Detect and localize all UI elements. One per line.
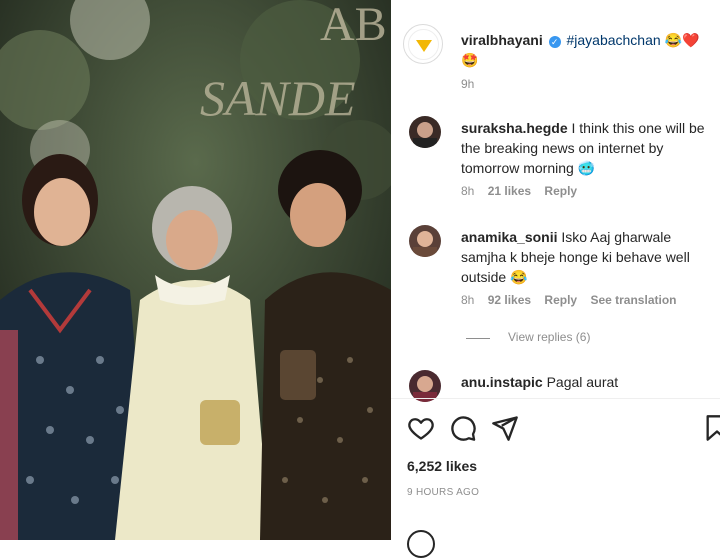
verified-badge-icon: ✓ [548, 36, 561, 48]
emoji-picker-icon[interactable] [407, 530, 435, 558]
avatar-image [413, 122, 437, 148]
save-bookmark-icon[interactable] [703, 414, 720, 442]
comment-meta: 8h 92 likes Reply See translation [461, 293, 686, 307]
comment-username[interactable]: suraksha.hegde [461, 120, 568, 136]
post-photo[interactable]: AB SANDE [0, 0, 391, 540]
comment-meta: 8h 21 likes Reply [461, 184, 587, 198]
event-photo-illustration: AB SANDE [0, 0, 391, 540]
post-sidebar: viralbhayani ✓ #jayabachchan 😂❤️ 🤩 9h su… [391, 0, 720, 558]
caption-block: viralbhayani ✓ #jayabachchan 😂❤️ 🤩 9h [391, 0, 720, 100]
comment-age[interactable]: 8h [461, 184, 474, 198]
comment-age[interactable]: 8h [461, 293, 474, 307]
comment-body: anu.instapic Pagal aurat [461, 372, 711, 392]
see-translation-link[interactable]: See translation [590, 293, 676, 307]
comment-username[interactable]: anamika_sonii [461, 229, 558, 245]
hashtag-link[interactable]: #jayabachchan [566, 32, 660, 48]
caption: viralbhayani ✓ #jayabachchan 😂❤️ 🤩 9h [461, 30, 711, 94]
likes-count[interactable]: 6,252 likes [407, 458, 477, 474]
caption-emoji: 😂❤️ [664, 32, 700, 48]
comment-icon[interactable] [449, 414, 477, 442]
comment-likes[interactable]: 92 likes [488, 293, 531, 307]
actions-divider [391, 398, 720, 399]
author-avatar[interactable] [403, 24, 443, 64]
view-replies-button[interactable]: View replies (6) [508, 330, 590, 344]
comment-likes[interactable]: 21 likes [488, 184, 531, 198]
viralbhayani-logo-icon [416, 40, 432, 52]
share-icon[interactable] [491, 414, 519, 442]
replies-divider [466, 338, 490, 339]
author-username[interactable]: viralbhayani [461, 32, 543, 48]
backdrop-text-sande: SANDE [200, 70, 356, 126]
comment-body: suraksha.hegde I think this one will be … [461, 118, 711, 178]
comment-reply-button[interactable]: Reply [544, 184, 577, 198]
post-timestamp: 9 HOURS AGO [407, 487, 480, 498]
comment-reply-button[interactable]: Reply [544, 293, 577, 307]
comment-username[interactable]: anu.instapic [461, 374, 543, 390]
commenter-avatar[interactable] [409, 116, 441, 148]
avatar-image [413, 231, 437, 257]
action-bar [391, 410, 720, 450]
commenter-avatar[interactable] [409, 225, 441, 257]
comment-text: Pagal aurat [546, 374, 619, 390]
post-age: 9h [461, 77, 475, 91]
heart-icon[interactable] [407, 414, 435, 442]
comment-body: anamika_sonii Isko Aaj gharwale samjha k… [461, 227, 711, 287]
backdrop-text-ab: AB [320, 0, 387, 51]
caption-emoji-2: 🤩 [461, 52, 479, 68]
